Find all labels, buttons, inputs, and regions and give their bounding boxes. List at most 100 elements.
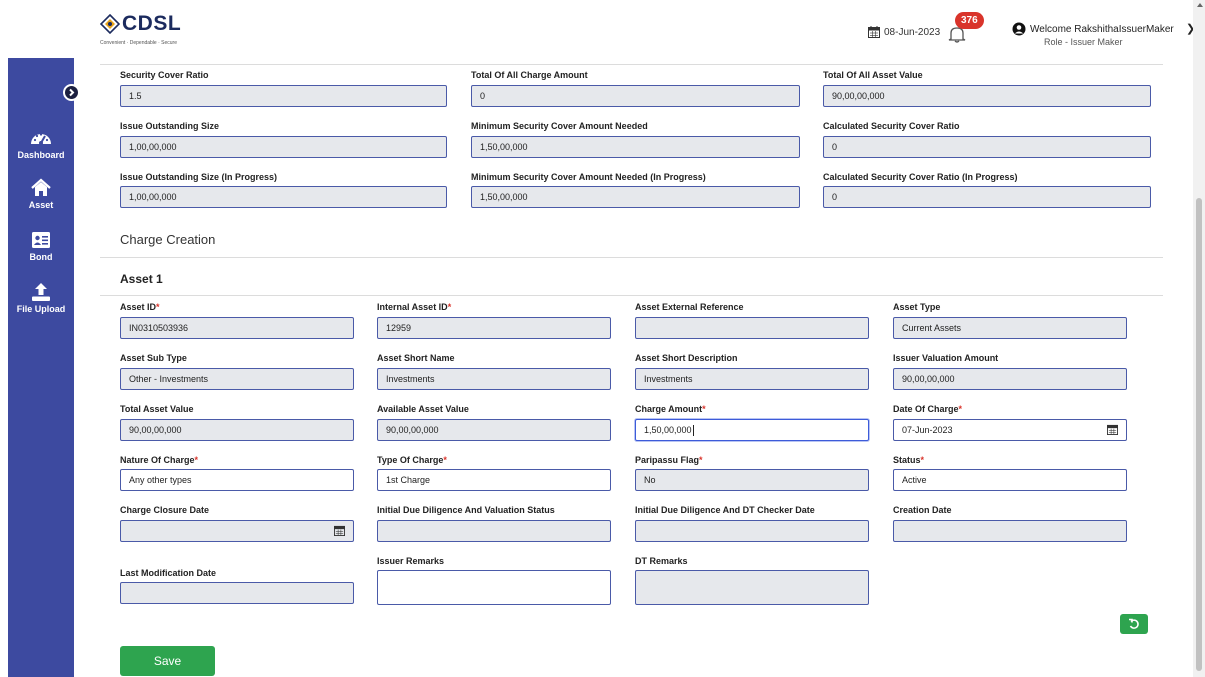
type-of-charge-label: Type Of Charge* [377, 455, 447, 465]
paripassu-flag-label: Paripassu Flag* [635, 455, 703, 465]
field-value: Investments [644, 374, 693, 384]
sidebar-item-label: Bond [29, 252, 53, 262]
available-asset-value-field[interactable]: 90,00,00,000 [377, 419, 611, 441]
nature-of-charge-label: Nature Of Charge* [120, 455, 199, 465]
asset-sub-type-field[interactable]: Other - Investments [120, 368, 354, 390]
total-asset-value-field[interactable]: 90,00,00,000 [120, 419, 354, 441]
sidebar-item-label: File Upload [16, 304, 66, 314]
dt-remarks-field[interactable] [635, 570, 869, 605]
internal-asset-id-label: Internal Asset ID* [377, 302, 452, 312]
summary-label: Security Cover Ratio [120, 70, 209, 80]
reset-button[interactable] [1120, 614, 1148, 634]
field-value: 1.5 [129, 91, 142, 101]
asset-type-label: Asset Type [893, 302, 941, 312]
sidebar-item-bond[interactable]: Bond [8, 230, 74, 262]
field-value: IN0310503936 [129, 323, 189, 333]
calendar-icon [868, 26, 880, 38]
dt-checker-date-label: Initial Due Diligence And DT Checker Dat… [635, 505, 815, 515]
status-select[interactable]: Active [893, 469, 1127, 491]
field-value: Other - Investments [129, 374, 209, 384]
field-value: 1,50,00,000 [480, 142, 528, 152]
issuer-remarks-label: Issuer Remarks [377, 556, 445, 566]
dt-checker-date-field[interactable] [635, 520, 869, 542]
summary-label: Issue Outstanding Size [120, 121, 220, 131]
divider [100, 295, 1163, 296]
asset-section-title: Asset 1 [120, 272, 163, 286]
dt-remarks-label: DT Remarks [635, 556, 688, 566]
sidebar: Dashboard Asset Bond File Upload [8, 58, 80, 677]
last-modification-date-label: Last Modification Date [120, 568, 217, 578]
total-asset-value-label: Total Asset Value [120, 404, 194, 414]
min-security-cover-field[interactable]: 1,50,00,000 [471, 136, 800, 158]
asset-short-description-field[interactable]: Investments [635, 368, 869, 390]
charge-amount-input[interactable]: 1,50,00,000 [635, 419, 869, 441]
initial-due-diligence-status-field[interactable] [377, 520, 611, 542]
issuer-valuation-amount-label: Issuer Valuation Amount [893, 353, 999, 363]
asset-id-field[interactable]: IN0310503936 [120, 317, 354, 339]
asset-sub-type-label: Asset Sub Type [120, 353, 187, 363]
sidebar-item-asset[interactable]: Asset [8, 178, 74, 210]
user-avatar-icon [1012, 22, 1026, 36]
asset-external-reference-field[interactable] [635, 317, 869, 339]
creation-date-field[interactable] [893, 520, 1127, 542]
field-value: 07-Jun-2023 [902, 425, 953, 435]
last-modification-date-field[interactable] [120, 582, 354, 604]
field-value: 1,50,00,000 [480, 192, 528, 202]
text-cursor [692, 424, 694, 436]
asset-type-field[interactable]: Current Assets [893, 317, 1127, 339]
app-root: CDSL Convenient · Dependable · Secure 08… [0, 0, 1205, 677]
calc-security-cover-ratio-field[interactable]: 0 [823, 136, 1151, 158]
charge-closure-date-label: Charge Closure Date [120, 505, 210, 515]
charge-creation-title: Charge Creation [120, 232, 216, 247]
header-date: 08-Jun-2023 [868, 26, 940, 38]
summary-label: Calculated Security Cover Ratio (In Prog… [823, 172, 1018, 182]
date-of-charge-input[interactable]: 07-Jun-2023 [893, 419, 1127, 441]
field-value: 1st Charge [386, 475, 431, 485]
issuer-remarks-textarea[interactable] [377, 570, 611, 605]
type-of-charge-select[interactable]: 1st Charge [377, 469, 611, 491]
scroll-up-arrow-icon[interactable] [1197, 3, 1203, 7]
upload-icon [32, 283, 50, 301]
internal-asset-id-field[interactable]: 12959 [377, 317, 611, 339]
user-welcome-text: Welcome RakshithaIssuerMaker [1030, 24, 1174, 35]
paripassu-flag-field[interactable]: No [635, 469, 869, 491]
date-of-charge-label: Date Of Charge* [893, 404, 963, 414]
nature-of-charge-select[interactable]: Any other types [120, 469, 354, 491]
sidebar-item-dashboard[interactable]: Dashboard [8, 128, 74, 160]
divider [100, 64, 1163, 65]
creation-date-label: Creation Date [893, 505, 952, 515]
calendar-icon[interactable] [1107, 424, 1118, 435]
min-security-cover-in-progress-field[interactable]: 1,50,00,000 [471, 186, 800, 208]
cdsl-logo[interactable]: CDSL Convenient · Dependable · Secure [100, 12, 240, 52]
initial-due-diligence-status-label: Initial Due Diligence And Valuation Stat… [377, 505, 555, 515]
user-role-text: Role - Issuer Maker [1044, 37, 1123, 47]
calc-security-cover-in-progress-field[interactable]: 0 [823, 186, 1151, 208]
charge-closure-date-field[interactable] [120, 520, 354, 542]
issue-outstanding-size-field[interactable]: 1,00,00,000 [120, 136, 447, 158]
field-value: 0 [832, 192, 838, 202]
summary-label: Minimum Security Cover Amount Needed [471, 121, 648, 131]
sidebar-item-file-upload[interactable]: File Upload [8, 282, 74, 314]
field-value: 90,00,00,000 [902, 374, 955, 384]
asset-short-name-field[interactable]: Investments [377, 368, 611, 390]
notification-badge[interactable]: 376 [955, 12, 984, 29]
asset-external-reference-label: Asset External Reference [635, 302, 744, 312]
sidebar-toggle-icon[interactable] [63, 84, 80, 101]
field-value: 90,00,00,000 [386, 425, 439, 435]
security-cover-ratio-field[interactable]: 1.5 [120, 85, 447, 107]
total-asset-value-field[interactable]: 90,00,00,000 [823, 85, 1151, 107]
asset-id-label: Asset ID* [120, 302, 160, 312]
issue-outstanding-in-progress-field[interactable]: 1,00,00,000 [120, 186, 447, 208]
summary-label: Total Of All Asset Value [823, 70, 923, 80]
available-asset-value-label: Available Asset Value [377, 404, 469, 414]
logo-tagline: Convenient · Dependable · Secure [100, 40, 177, 46]
calendar-icon[interactable] [334, 525, 345, 536]
sidebar-item-label: Dashboard [17, 150, 65, 160]
issuer-valuation-amount-field[interactable]: 90,00,00,000 [893, 368, 1127, 390]
id-card-icon [32, 232, 50, 248]
total-charge-amount-field[interactable]: 0 [471, 85, 800, 107]
charge-amount-label: Charge Amount* [635, 404, 706, 414]
save-button[interactable]: Save [120, 646, 215, 676]
scrollbar-thumb[interactable] [1196, 198, 1202, 671]
header-date-text: 08-Jun-2023 [884, 26, 941, 38]
